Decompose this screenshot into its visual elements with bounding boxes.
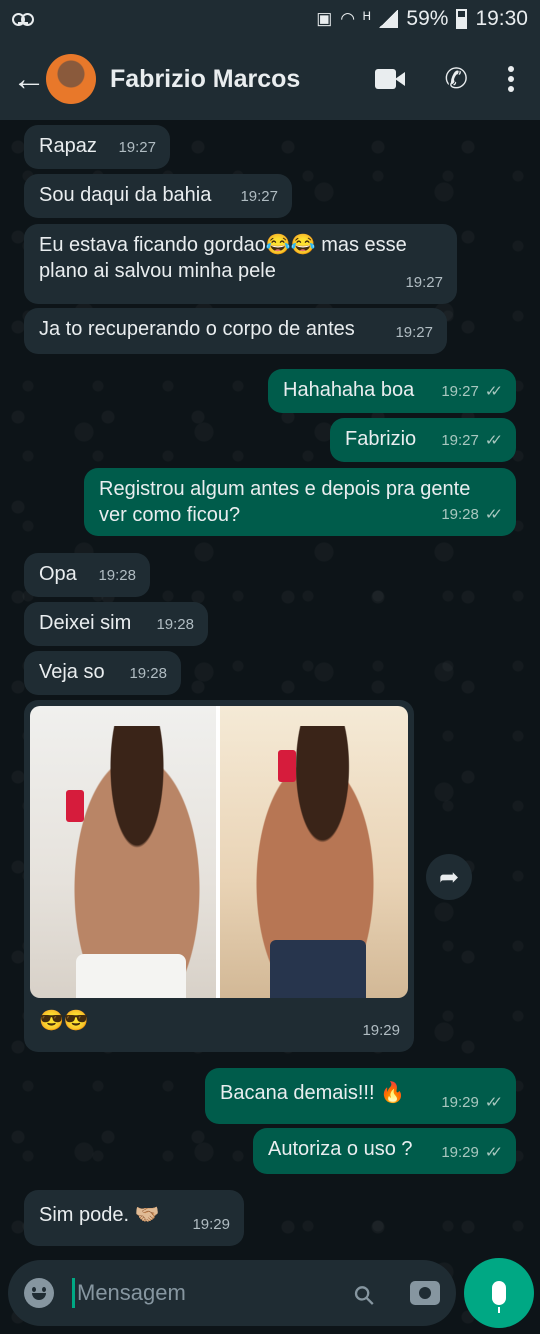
battery-percent: 59% xyxy=(406,7,449,30)
camera-icon[interactable] xyxy=(410,1281,440,1305)
double-check-icon: ✓✓ xyxy=(484,1094,503,1111)
message-composer: ⚲ xyxy=(8,1260,456,1326)
jeans-shape xyxy=(270,940,366,998)
chat-header: ← Fabrizio Marcos ✆ xyxy=(0,38,540,120)
message-bubble[interactable]: Sou daqui da bahia 19:27 xyxy=(24,174,292,218)
message-bubble[interactable]: Autoriza o uso ? 19:29 ✓✓ xyxy=(253,1128,516,1174)
message-text: Ja to recuperando o corpo de antes xyxy=(39,318,355,340)
double-check-icon: ✓✓ xyxy=(484,432,503,449)
message-time: 19:27 xyxy=(395,324,433,341)
cell-signal-icon xyxy=(378,10,399,28)
forward-icon[interactable]: ➦ xyxy=(426,854,472,900)
phone-shape xyxy=(278,750,296,782)
message-time: 19:28 xyxy=(98,567,136,584)
message-time: 19:27 xyxy=(441,383,479,400)
image-caption: 😎😎 xyxy=(39,1010,89,1032)
message-bubble[interactable]: Ja to recuperando o corpo de antes 19:27 xyxy=(24,308,447,354)
message-bubble[interactable]: Sim pode. 🤝🏼 19:29 xyxy=(24,1190,244,1246)
before-photo xyxy=(30,706,216,998)
message-bubble[interactable]: Rapaz 19:27 xyxy=(24,125,170,169)
message-bubble[interactable]: Registrou algum antes e depois pra gente… xyxy=(84,468,516,536)
after-photo xyxy=(216,706,408,998)
message-bubble[interactable]: Opa 19:28 xyxy=(24,553,150,597)
video-call-icon[interactable] xyxy=(374,69,405,89)
message-time: 19:27 xyxy=(240,188,278,205)
contact-name[interactable]: Fabrizio Marcos xyxy=(110,65,300,94)
message-bubble[interactable]: Eu estava ficando gordao😂😂 mas esse plan… xyxy=(24,224,457,304)
message-time: 19:29 xyxy=(441,1094,479,1111)
message-time: 19:28 xyxy=(441,506,479,523)
text-cursor xyxy=(72,1278,75,1308)
status-bar: ▣ ◠ ᴴ 59% 19:30 xyxy=(0,0,540,38)
microphone-icon xyxy=(492,1281,506,1313)
before-after-photo[interactable] xyxy=(30,706,408,998)
message-time: 19:29 xyxy=(192,1216,230,1233)
message-bubble[interactable]: Bacana demais!!! 🔥 19:29 ✓✓ xyxy=(205,1068,516,1124)
microphone-button[interactable] xyxy=(464,1258,534,1328)
message-text: Eu estava ficando gordao😂😂 mas esse plan… xyxy=(39,234,407,282)
message-bubble[interactable]: Hahahaha boa 19:27 ✓✓ xyxy=(268,369,516,413)
message-time: 19:28 xyxy=(156,616,194,633)
message-time: 19:27 xyxy=(405,274,443,291)
wifi-icon: ◠ xyxy=(340,9,356,28)
emoji-icon[interactable] xyxy=(24,1278,54,1308)
message-time: 19:27 xyxy=(118,139,156,156)
avatar[interactable] xyxy=(46,54,96,104)
voicemail-icon xyxy=(12,13,34,26)
message-time: 19:29 xyxy=(362,1022,400,1039)
more-options-icon[interactable] xyxy=(508,66,514,92)
back-arrow-icon[interactable]: ← xyxy=(12,62,46,96)
message-time: 19:28 xyxy=(129,665,167,682)
paperclip-icon[interactable]: ⚲ xyxy=(347,1273,388,1313)
message-text: Registrou algum antes e depois pra gente… xyxy=(99,478,471,526)
phone-shape xyxy=(66,790,84,822)
towel-shape xyxy=(76,954,186,998)
message-bubble[interactable]: Deixei sim 19:28 xyxy=(24,602,208,646)
signal-hd-icon: ᴴ xyxy=(363,9,371,28)
battery-icon xyxy=(456,9,468,29)
battery-saver-icon: ▣ xyxy=(316,9,333,28)
double-check-icon: ✓✓ xyxy=(484,383,503,400)
clock: 19:30 xyxy=(475,7,528,30)
double-check-icon: ✓✓ xyxy=(484,1144,503,1161)
message-time: 19:29 xyxy=(441,1144,479,1161)
voice-call-icon[interactable]: ✆ xyxy=(445,65,468,93)
message-bubble[interactable]: Fabrizio 19:27 ✓✓ xyxy=(330,418,516,462)
message-input[interactable] xyxy=(77,1280,317,1306)
message-time: 19:27 xyxy=(441,432,479,449)
double-check-icon: ✓✓ xyxy=(484,506,503,523)
message-bubble[interactable]: Veja so 19:28 xyxy=(24,651,181,695)
